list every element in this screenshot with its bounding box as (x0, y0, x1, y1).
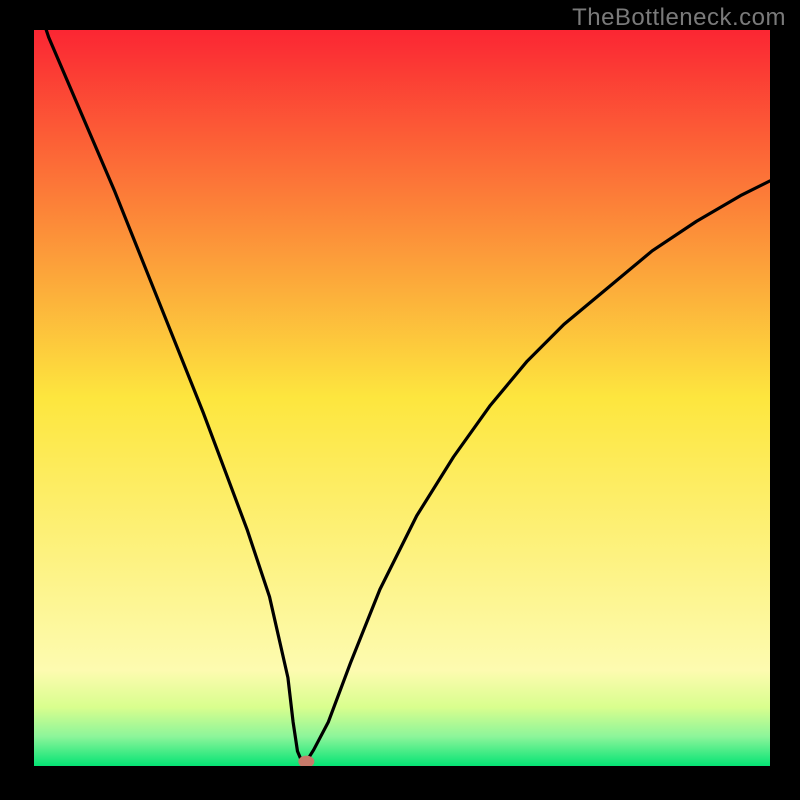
plot-area (34, 30, 770, 766)
gradient-background (34, 30, 770, 766)
watermark-text: TheBottleneck.com (572, 4, 786, 32)
chart-svg (34, 30, 770, 766)
chart-frame: TheBottleneck.com (0, 0, 800, 800)
